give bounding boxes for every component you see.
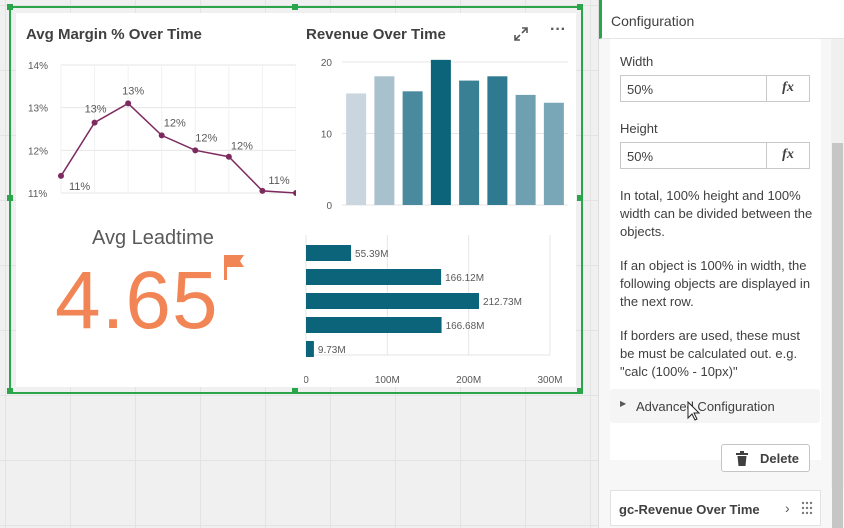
y-tick-label: 13% (28, 104, 48, 115)
kpi-value: 4.65 (55, 255, 219, 346)
data-label: 12% (231, 141, 253, 153)
y-tick-label: 14% (28, 61, 48, 72)
horizontal-bar (306, 269, 442, 285)
height-field[interactable]: 50% fx (620, 142, 810, 169)
bar-value-label: 166.12M (445, 273, 484, 284)
data-label: 11% (268, 175, 289, 187)
caret-right-icon: ▶ (620, 399, 627, 408)
data-point (259, 187, 266, 194)
revenue-bar (543, 102, 564, 205)
width-input[interactable]: 50% (621, 76, 766, 101)
help-text-total: In total, 100% height and 100% width can… (620, 188, 813, 239)
y-tick-label: 20 (321, 58, 333, 69)
revenue-bar (459, 80, 480, 205)
chevron-right-icon[interactable]: › (785, 500, 790, 516)
y-tick-label: 10 (321, 130, 333, 141)
revenue-bar (402, 91, 423, 205)
x-tick-label: 100M (375, 375, 400, 383)
resize-handle[interactable] (7, 4, 13, 10)
bar-value-label: 166.68M (446, 321, 485, 332)
revenue-bar (487, 76, 508, 205)
horizontal-bar (306, 293, 480, 309)
resize-handle[interactable] (7, 388, 13, 394)
help-text-row: If an object is 100% in width, the follo… (620, 258, 811, 309)
panel-body: Width 50% fx Height 50% fx In total, 100… (610, 39, 821, 472)
mouse-cursor-icon (687, 401, 701, 421)
x-tick-label: 200M (456, 375, 481, 383)
data-label: 12% (164, 117, 186, 129)
data-point (125, 100, 132, 107)
data-point (58, 172, 64, 179)
resize-handle[interactable] (292, 4, 298, 10)
bar-value-label: 9.73M (318, 345, 346, 356)
data-point (158, 132, 165, 139)
y-tick-label: 11% (28, 189, 47, 200)
height-input[interactable]: 50% (621, 143, 766, 168)
x-tick-label: 0 (304, 375, 309, 383)
help-text-borders: If borders are used, these must be must … (620, 328, 800, 379)
data-label: 13% (122, 85, 144, 97)
data-label: 12% (195, 132, 217, 144)
bar-value-label: 55.39M (355, 249, 388, 260)
height-label: Height (620, 121, 658, 136)
width-label: Width (620, 54, 654, 69)
object-list-item-label: gc-Revenue Over Time (619, 502, 760, 517)
flag-icon (224, 255, 244, 280)
delete-label: Delete (760, 451, 800, 466)
resize-handle[interactable] (7, 195, 13, 201)
drag-grip-icon[interactable] (801, 501, 813, 515)
panel-header: Configuration (599, 0, 844, 39)
horizontal-bar (306, 341, 314, 357)
dashboard-container[interactable]: Avg Margin % Over Time 14% 13% 12% 11% 11% 1… (16, 13, 576, 387)
horizontal-bar (306, 317, 442, 333)
data-point (192, 147, 199, 154)
revenue-bar (374, 76, 395, 205)
height-expression-button[interactable]: fx (766, 143, 809, 168)
delete-button[interactable]: Delete (721, 444, 810, 472)
resize-handle[interactable] (577, 388, 583, 394)
resize-handle[interactable] (577, 195, 583, 201)
more-icon[interactable]: ··· (550, 21, 566, 39)
scrollbar-thumb[interactable] (832, 143, 843, 528)
sheet-canvas[interactable]: Avg Margin % Over Time 14% 13% 12% 11% 11% 1… (0, 0, 598, 528)
revenue-bar (346, 93, 367, 205)
properties-panel: Configuration Width 50% fx Height 50% fx… (598, 0, 844, 528)
revenue-bar-chart[interactable]: 20 10 0 (306, 53, 571, 213)
y-tick-label: 12% (28, 146, 48, 157)
y-tick-label: 0 (326, 201, 332, 212)
margin-line-chart[interactable]: 14% 13% 12% 11% 11% 13% 13% 12% 12% 12% 11% (26, 55, 296, 235)
advanced-configuration-toggle[interactable]: ▶ Advanced Configuration (610, 389, 820, 423)
advanced-configuration-label: Advanced Configuration (636, 399, 775, 414)
trash-icon (736, 451, 748, 466)
revenue-bar (515, 94, 536, 205)
resize-handle[interactable] (577, 4, 583, 10)
bar-value-label: 212.73M (483, 297, 522, 308)
object-list-item[interactable]: gc-Revenue Over Time › (610, 490, 821, 526)
margin-chart-title: Avg Margin % Over Time (26, 26, 202, 43)
resize-handle[interactable] (292, 388, 298, 394)
data-label: 11% (69, 181, 90, 193)
data-label: 13% (85, 104, 107, 116)
data-point (91, 119, 98, 126)
data-point (225, 153, 232, 160)
data-point (293, 190, 296, 196)
horizontal-bar-chart[interactable]: 0 100M 200M 300M 55.39M 166.12M 212.73M 166.68… (304, 223, 574, 383)
horizontal-bar (306, 245, 352, 261)
width-field[interactable]: 50% fx (620, 75, 810, 102)
width-expression-button[interactable]: fx (766, 76, 809, 101)
x-tick-label: 300M (537, 375, 562, 383)
expand-icon[interactable] (514, 27, 528, 44)
revenue-bar (430, 59, 451, 206)
revenue-chart-title: Revenue Over Time (306, 26, 446, 43)
kpi-title: Avg Leadtime (92, 227, 214, 249)
